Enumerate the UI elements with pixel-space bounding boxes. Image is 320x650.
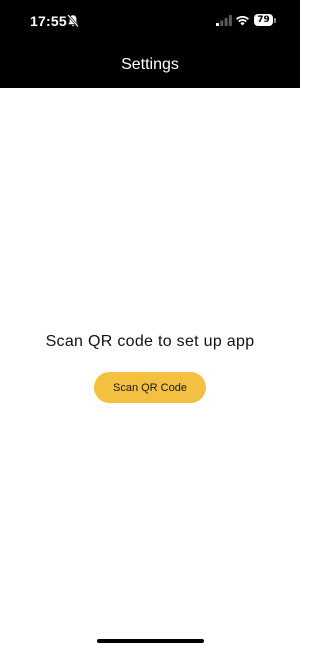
scan-qr-code-button[interactable]: Scan QR Code bbox=[94, 372, 206, 403]
bell-slash-icon bbox=[67, 14, 79, 28]
setup-prompt: Scan QR code to set up app bbox=[45, 333, 255, 350]
page-title: Settings bbox=[121, 56, 179, 73]
status-time: 17:55 bbox=[30, 13, 67, 29]
home-indicator[interactable] bbox=[97, 639, 204, 643]
status-bar: 17:55 79 bbox=[0, 0, 300, 44]
wifi-icon bbox=[236, 15, 249, 26]
app-screen: 17:55 79 Settings Scan QR code to set up… bbox=[0, 0, 300, 650]
battery-icon: 79 bbox=[254, 14, 276, 27]
cellular-signal-icon bbox=[216, 15, 232, 26]
battery-cap bbox=[274, 18, 276, 23]
top-bar: 17:55 79 Settings bbox=[0, 0, 300, 88]
battery-level: 79 bbox=[254, 14, 273, 26]
